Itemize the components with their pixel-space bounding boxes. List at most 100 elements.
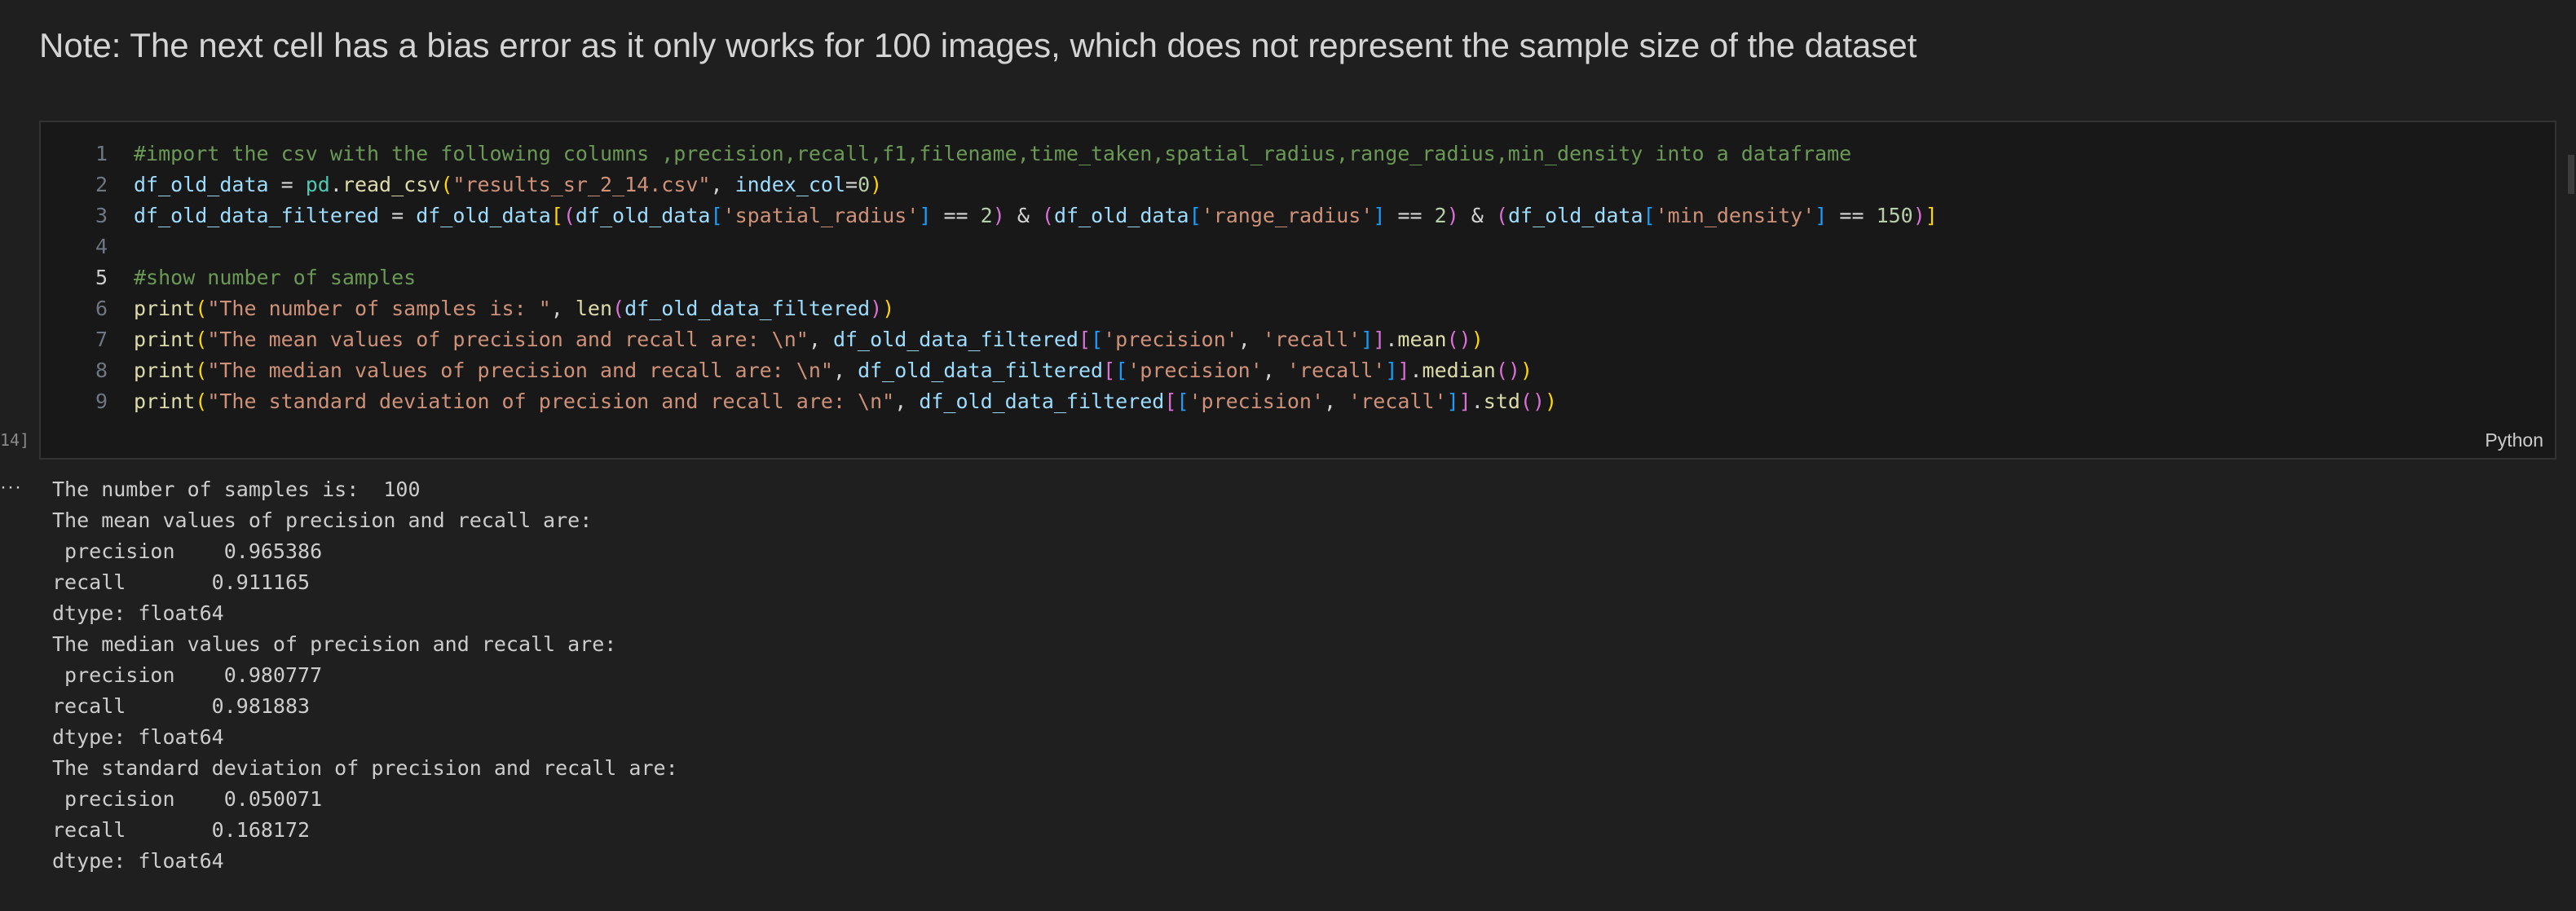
code-token: ( xyxy=(612,297,625,320)
code-token: [ xyxy=(1643,204,1656,227)
output-line: The mean values of precision and recall … xyxy=(52,508,605,532)
code-token: ] xyxy=(1361,328,1374,351)
code-token: [ xyxy=(1115,359,1128,382)
code-text: #import the csv with the following colum… xyxy=(134,139,1851,169)
code-token: ) xyxy=(1520,359,1533,382)
code-token: 'recall' xyxy=(1262,328,1361,351)
code-token: "The mean values of precision and recall… xyxy=(207,328,809,351)
output-menu-icon[interactable]: ··· xyxy=(0,476,22,499)
output-line: The median values of precision and recal… xyxy=(52,632,629,656)
code-token: , xyxy=(894,389,920,413)
execution-count: 14] xyxy=(0,430,30,450)
code-token: . xyxy=(1385,328,1398,351)
code-token: df_old_data xyxy=(134,173,269,196)
code-token: 'range_radius' xyxy=(1201,204,1374,227)
code-token: len xyxy=(575,297,613,320)
code-token: ) xyxy=(1545,389,1558,413)
code-token: [ xyxy=(1091,328,1104,351)
code-token: ] xyxy=(1458,389,1471,413)
code-token: median xyxy=(1422,359,1496,382)
code-token: == xyxy=(931,204,981,227)
code-token: 'spatial_radius' xyxy=(722,204,920,227)
code-token: ( xyxy=(562,204,576,227)
scrollbar-marker xyxy=(2568,155,2574,194)
code-token: mean xyxy=(1397,328,1447,351)
code-token: df_old_data_filtered xyxy=(832,328,1078,351)
code-token: , xyxy=(832,359,858,382)
code-token: == xyxy=(1385,204,1435,227)
code-token: . xyxy=(329,173,342,196)
code-line[interactable]: 7 print("The mean values of precision and… xyxy=(41,324,2552,355)
output-line: precision 0.980777 xyxy=(52,663,323,687)
code-token: 'recall' xyxy=(1286,359,1386,382)
code-token: ( xyxy=(440,173,453,196)
code-token: 2 xyxy=(1434,204,1447,227)
code-token: ( xyxy=(195,389,208,413)
code-line[interactable]: 6 print("The number of samples is: ", len… xyxy=(41,293,2552,324)
code-token: , xyxy=(808,328,833,351)
code-token: = xyxy=(268,173,306,196)
code-token: std xyxy=(1483,389,1520,413)
code-token: df_old_data_filtered xyxy=(134,204,380,227)
code-token: df_old_data_filtered xyxy=(919,389,1165,413)
code-line[interactable]: 4 xyxy=(41,231,2552,262)
code-token: [ xyxy=(710,204,723,227)
code-token: = xyxy=(845,173,858,196)
code-token: . xyxy=(1471,389,1484,413)
code-token: , xyxy=(550,297,576,320)
language-indicator[interactable]: Python xyxy=(2485,429,2543,451)
code-text: print("The standard deviation of precisi… xyxy=(134,386,1557,417)
code-token: ] xyxy=(1815,204,1828,227)
code-token: #import the csv with the following colum… xyxy=(134,142,1852,165)
code-text: print("The median values of precision an… xyxy=(134,355,1533,386)
code-token: , xyxy=(1237,328,1263,351)
code-token: ) xyxy=(1912,204,1925,227)
code-token: () xyxy=(1520,389,1546,413)
code-line[interactable]: 8 print("The median values of precision a… xyxy=(41,355,2552,386)
code-token: ) xyxy=(1446,204,1459,227)
code-token: == xyxy=(1827,204,1877,227)
code-token: ( xyxy=(195,297,208,320)
code-editor[interactable]: 1 #import the csv with the following colu… xyxy=(41,139,2552,416)
code-token: [ xyxy=(1103,359,1116,382)
code-token: = xyxy=(379,204,417,227)
code-token: pd xyxy=(305,173,330,196)
code-token: ( xyxy=(1041,204,1054,227)
code-token: ] xyxy=(1446,389,1459,413)
code-line[interactable]: 5 #show number of samples xyxy=(41,262,2552,293)
code-text: print("The mean values of precision and … xyxy=(134,324,1484,355)
code-text: print("The number of samples is: ", len(… xyxy=(134,293,894,324)
line-number: 6 xyxy=(95,297,108,320)
code-token: #show number of samples xyxy=(134,266,417,289)
code-token: [ xyxy=(1189,204,1202,227)
code-token: & xyxy=(1004,204,1042,227)
code-line[interactable]: 3 df_old_data_filtered = df_old_data[(df_… xyxy=(41,200,2552,231)
line-number: 4 xyxy=(95,235,108,258)
output-line: dtype: float64 xyxy=(52,849,224,873)
code-token: () xyxy=(1495,359,1520,382)
output-line: precision 0.965386 xyxy=(52,539,323,563)
code-token: print xyxy=(134,389,196,413)
code-cell[interactable]: 1 #import the csv with the following colu… xyxy=(39,121,2556,460)
code-token: ] xyxy=(1397,359,1410,382)
line-number: 1 xyxy=(95,142,108,165)
code-line[interactable]: 9 print("The standard deviation of precis… xyxy=(41,386,2552,417)
code-token: read_csv xyxy=(342,173,441,196)
code-token: ) xyxy=(870,297,883,320)
line-number: 3 xyxy=(95,204,108,227)
code-token: & xyxy=(1458,204,1496,227)
code-token: [ xyxy=(1176,389,1189,413)
code-token: df_old_data xyxy=(1053,204,1189,227)
markdown-note: Note: The next cell has a bias error as … xyxy=(39,26,1917,64)
code-token: 0 xyxy=(858,173,871,196)
code-line[interactable]: 2 df_old_data = pd.read_csv("results_sr_2… xyxy=(41,169,2552,200)
code-token: [ xyxy=(550,204,563,227)
output-line: recall 0.168172 xyxy=(52,818,311,842)
output-line: recall 0.981883 xyxy=(52,694,311,718)
output-line: recall 0.911165 xyxy=(52,570,311,594)
line-number: 5 xyxy=(95,266,108,289)
code-line[interactable]: 1 #import the csv with the following colu… xyxy=(41,139,2552,169)
code-token: ) xyxy=(992,204,1005,227)
code-token: ) xyxy=(870,173,883,196)
code-token: print xyxy=(134,297,196,320)
